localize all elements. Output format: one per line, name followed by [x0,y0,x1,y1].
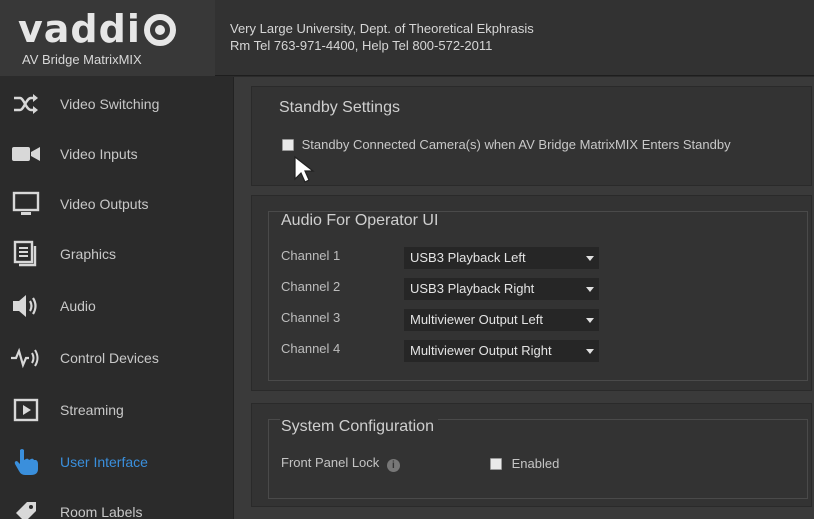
sidebar-item-user-interface[interactable]: User Interface [0,437,233,487]
org-name: Very Large University, Dept. of Theoreti… [230,21,534,36]
channel-4-label: Channel 4 [281,341,341,356]
control-devices-icon [10,343,42,373]
monitor-icon [10,189,42,219]
channel-1-value: USB3 Playback Left [410,250,526,265]
header: vaddi AV Bridge MatrixMIX Very Large Uni… [0,0,814,76]
sidebar-item-audio[interactable]: Audio [0,281,233,331]
standby-camera-checkbox[interactable] [282,138,294,151]
front-panel-lock-label: Front Panel Lock [281,455,380,470]
sidebar-item-label: Audio [60,298,96,314]
organization-info: Very Large University, Dept. of Theoreti… [230,20,534,54]
info-icon[interactable]: i [386,459,400,472]
channel-2-value: USB3 Playback Right [410,281,535,296]
sidebar-item-label: User Interface [60,454,148,470]
audio-operator-ui-panel: Audio For Operator UI Channel 1 USB3 Pla… [251,195,812,391]
sidebar-item-label: Control Devices [60,350,159,366]
speaker-icon [10,291,42,321]
channel-4-select[interactable]: Multiviewer Output Right [404,340,599,362]
sidebar-item-video-outputs[interactable]: Video Outputs [0,179,233,229]
system-configuration-title: System Configuration [280,418,438,436]
sidebar: Video Switching Video Inputs Video Outpu… [0,77,233,519]
front-panel-lock-row: Front Panel Lock i [281,455,400,472]
chevron-down-icon [586,256,594,261]
sidebar-item-graphics[interactable]: Graphics [0,229,233,279]
system-configuration-panel: System Configuration Front Panel Lock i … [251,403,812,507]
sidebar-item-label: Room Labels [60,504,143,519]
sidebar-item-label: Streaming [60,402,124,418]
sidebar-item-room-labels[interactable]: Room Labels [0,487,233,519]
channel-1-select[interactable]: USB3 Playback Left [404,247,599,269]
main-content: Standby Settings Standby Connected Camer… [233,77,814,519]
standby-camera-label: Standby Connected Camera(s) when AV Brid… [301,137,731,153]
audio-operator-ui-title: Audio For Operator UI [280,212,443,230]
vaddio-logo: vaddi [18,10,177,48]
video-camera-icon [10,139,42,169]
channel-3-label: Channel 3 [281,310,341,325]
product-name: AV Bridge MatrixMIX [22,52,142,67]
shuffle-icon [10,89,42,119]
channel-2-select[interactable]: USB3 Playback Right [404,278,599,300]
graphics-icon [10,239,42,269]
logo-o-mark [143,13,177,47]
front-panel-lock-checkbox[interactable] [490,457,502,470]
channel-4-value: Multiviewer Output Right [410,343,552,358]
mouse-cursor-icon [294,155,315,183]
sidebar-item-label: Graphics [60,246,117,262]
sidebar-item-label: Video Inputs [60,146,138,162]
org-phone: Rm Tel 763-971-4400, Help Tel 800-572-20… [230,38,493,53]
chevron-down-icon [586,287,594,292]
chevron-down-icon [586,318,594,323]
brand-area: vaddi AV Bridge MatrixMIX [0,0,215,76]
chevron-down-icon [586,349,594,354]
tag-icon [10,497,42,519]
channel-3-select[interactable]: Multiviewer Output Left [404,309,599,331]
front-panel-lock-option: Enabled [490,455,559,471]
standby-settings-panel: Standby Settings Standby Connected Camer… [251,86,812,186]
sidebar-item-streaming[interactable]: Streaming [0,385,233,435]
play-icon [10,395,42,425]
sidebar-item-label: Video Outputs [60,196,149,212]
sidebar-item-label: Video Switching [60,96,160,112]
standby-settings-title: Standby Settings [279,99,400,116]
sidebar-item-video-switching[interactable]: Video Switching [0,79,233,129]
channel-2-label: Channel 2 [281,279,341,294]
logo-text: vaddi [18,7,141,51]
channel-1-label: Channel 1 [281,248,341,263]
enabled-label: Enabled [511,456,560,472]
hand-pointer-icon [10,447,42,477]
channel-3-value: Multiviewer Output Left [410,312,543,327]
standby-camera-option: Standby Connected Camera(s) when AV Brid… [282,136,731,152]
sidebar-item-control-devices[interactable]: Control Devices [0,333,233,383]
sidebar-item-video-inputs[interactable]: Video Inputs [0,129,233,179]
